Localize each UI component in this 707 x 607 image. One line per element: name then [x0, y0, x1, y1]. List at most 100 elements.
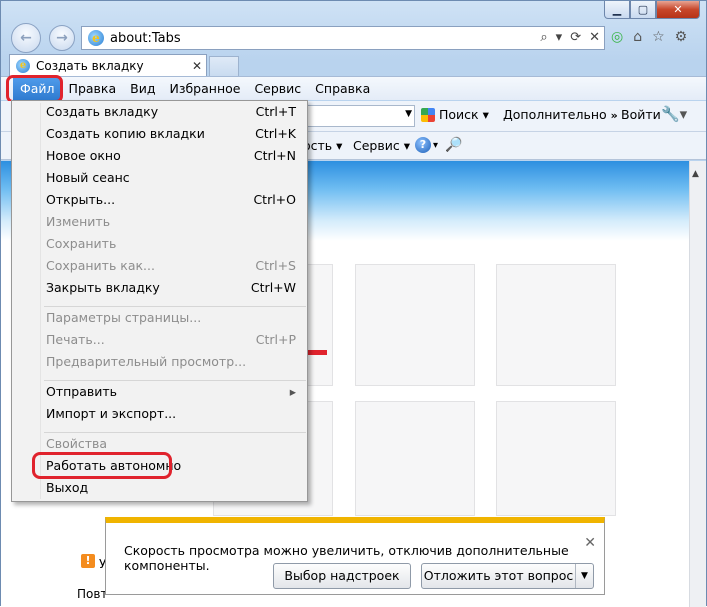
safety-button[interactable]: ость ▾ [303, 138, 342, 153]
toolbar-right-icons: ◎ ⌂ ☆ ⚙ [611, 29, 687, 45]
tile[interactable] [496, 264, 616, 386]
file-menu-item[interactable]: Выход [46, 478, 298, 498]
window-caption-buttons: ▁ ▢ ✕ [604, 1, 700, 19]
menu-item-label: Печать... [46, 332, 105, 347]
menu-favorites[interactable]: Избранное [162, 78, 247, 100]
menu-separator [44, 306, 306, 307]
file-menu-item[interactable]: Создать копию вкладки Ctrl+K [46, 124, 298, 144]
ask-later-button[interactable]: Отложить этот вопрос ▼ [421, 563, 594, 589]
ask-later-label: Отложить этот вопрос [423, 568, 574, 583]
file-menu-item: Сохранить [46, 234, 298, 254]
help-icon: ? [415, 137, 431, 153]
address-bar[interactable]: e about:Tabs ⌕ ▾ ⟳ ✕ [81, 26, 605, 50]
file-menu-item[interactable]: Создать вкладку Ctrl+T [46, 102, 298, 122]
new-tab-button[interactable] [209, 56, 239, 76]
menu-item-shortcut: Ctrl+S [255, 258, 296, 273]
google-icon [421, 107, 435, 122]
menu-separator [44, 432, 306, 433]
file-menu-item[interactable]: Новый сеанс [46, 168, 298, 188]
menu-item-label: Изменить [46, 214, 111, 229]
tile[interactable] [355, 264, 475, 386]
tab-ie-icon: e [16, 58, 30, 73]
search-dropdown-icon[interactable]: ▼ [405, 109, 412, 119]
service-label: Сервис [353, 138, 400, 153]
menu-item-label: Предварительный просмотр... [46, 354, 247, 369]
peek-text: Повт [77, 587, 108, 601]
search-button[interactable]: Поиск ▾ [421, 107, 489, 122]
close-icon[interactable]: ✕ [584, 535, 596, 551]
menu-item-label: Сохранить [46, 236, 117, 251]
forward-button[interactable]: → [49, 25, 75, 51]
search-button-label: Поиск [439, 107, 479, 122]
tab-close-icon[interactable]: ✕ [188, 59, 206, 73]
search-input[interactable]: ▼ [301, 105, 415, 127]
ie-logo-icon: e [88, 30, 104, 46]
addon-icon[interactable]: ◎ [611, 29, 623, 45]
vertical-scrollbar[interactable]: ▲ [689, 161, 706, 607]
double-chevron-icon: » [610, 109, 618, 122]
login-button[interactable]: Войти [621, 107, 661, 122]
tile[interactable] [355, 401, 475, 516]
menu-item-label: Свойства [46, 436, 108, 451]
file-menu-item[interactable]: Открыть... Ctrl+O [46, 190, 298, 210]
gear-icon[interactable]: ⚙ [675, 29, 688, 45]
menu-item-label: Создать копию вкладки [46, 126, 205, 141]
file-menu-item: Изменить [46, 212, 298, 232]
stop-icon[interactable]: ✕ [589, 30, 600, 45]
home-icon[interactable]: ⌂ [633, 29, 642, 45]
menu-item-shortcut: Ctrl+N [253, 148, 296, 163]
file-menu-item[interactable]: Импорт и экспорт... [46, 404, 298, 424]
menu-item-label: Создать вкладку [46, 104, 159, 119]
file-menu-item: Печать... Ctrl+P [46, 330, 298, 350]
file-menu-item[interactable]: Новое окно Ctrl+N [46, 146, 298, 166]
more-label: Дополнительно [503, 107, 607, 122]
scroll-up-icon[interactable]: ▲ [692, 169, 704, 179]
file-menu-item: Параметры страницы... [46, 308, 298, 328]
back-arrow-icon: ← [20, 30, 32, 46]
wrench-icon[interactable]: 🔧▾ [661, 105, 687, 123]
menu-edit[interactable]: Правка [62, 78, 124, 100]
choose-addons-button[interactable]: Выбор надстроек [273, 563, 411, 589]
close-window-button[interactable]: ✕ [656, 1, 700, 19]
menu-item-label: Параметры страницы... [46, 310, 202, 325]
research-icon[interactable]: 🔎 [445, 137, 462, 153]
menu-item-label: Сохранить как... [46, 258, 155, 273]
menu-gutter [40, 103, 41, 499]
more-button[interactable]: Дополнительно » [503, 107, 618, 122]
menu-item-label: Импорт и экспорт... [46, 406, 177, 421]
submenu-arrow-icon: ▸ [289, 384, 296, 399]
address-text[interactable]: about:Tabs [110, 31, 181, 46]
menu-item-label: Новый сеанс [46, 170, 130, 185]
file-menu-item: Свойства [46, 434, 298, 454]
menu-item-shortcut: Ctrl+K [255, 126, 296, 141]
refresh-icon[interactable]: ⟳ [570, 30, 581, 45]
file-menu-item[interactable]: Закрыть вкладку Ctrl+W [46, 278, 298, 298]
address-dropdown-icon[interactable]: ▾ [556, 30, 563, 45]
chevron-down-icon[interactable]: ▼ [575, 564, 593, 588]
chevron-down-icon: ▾ [482, 107, 489, 122]
help-button[interactable]: ? ▾ [415, 137, 438, 153]
menu-separator [44, 380, 306, 381]
search-icon[interactable]: ⌕ [540, 30, 547, 45]
notification-bar: Скорость просмотра можно увеличить, откл… [105, 517, 605, 595]
file-menu-item[interactable]: Отправить ▸ [46, 382, 298, 402]
maximize-button[interactable]: ▢ [630, 1, 656, 19]
tile[interactable] [496, 401, 616, 516]
menu-tools[interactable]: Сервис [247, 78, 308, 100]
minimize-button[interactable]: ▁ [604, 1, 630, 19]
menu-help[interactable]: Справка [308, 78, 377, 100]
menu-item-shortcut: Ctrl+T [255, 104, 296, 119]
menu-item-shortcut: Ctrl+P [255, 332, 296, 347]
navigation-row: ← → e about:Tabs ⌕ ▾ ⟳ ✕ ◎ ⌂ ☆ ⚙ [7, 23, 702, 53]
favorites-star-icon[interactable]: ☆ [652, 29, 665, 45]
file-menu-item: Сохранить как... Ctrl+S [46, 256, 298, 276]
file-menu-item: Предварительный просмотр... [46, 352, 298, 372]
menu-view[interactable]: Вид [123, 78, 162, 100]
back-button[interactable]: ← [11, 23, 41, 53]
menu-item-label: Закрыть вкладку [46, 280, 160, 295]
service-button[interactable]: Сервис ▾ [353, 138, 410, 153]
warning-icon: ! [81, 554, 95, 568]
menu-item-shortcut: Ctrl+W [250, 280, 296, 295]
tab-new-tab[interactable]: e Создать вкладку ✕ [9, 54, 207, 76]
tab-label: Создать вкладку [36, 58, 144, 73]
